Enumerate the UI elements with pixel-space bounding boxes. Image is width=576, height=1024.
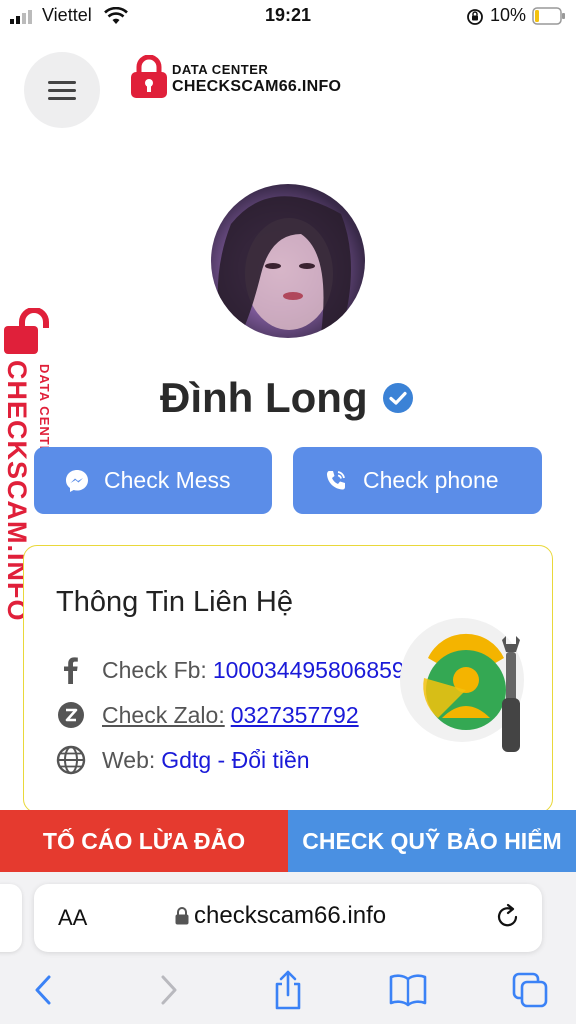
facebook-icon [56,655,86,685]
facebook-row: Check Fb: 100034495806859 [56,655,405,685]
avatar-photo [217,196,351,334]
report-scam-button[interactable]: TỐ CÁO LỪA ĐẢO [0,810,288,872]
reader-options-button[interactable]: AA [58,905,87,931]
back-button[interactable] [24,970,64,1010]
globe-icon [56,745,86,775]
check-phone-button[interactable]: Check phone [293,447,542,514]
phone-call-icon [327,470,345,489]
check-phone-label: Check phone [363,467,499,493]
avatar [211,184,365,338]
zalo-row: Check Zalo: 0327357792 [56,700,359,730]
hamburger-icon [48,81,76,84]
chevron-left-icon [35,975,51,1005]
reload-icon[interactable] [494,903,522,931]
chevron-right-icon [161,975,177,1005]
logo-subtitle: DATA CENTER [172,62,269,77]
check-mess-label: Check Mess [104,467,231,493]
check-mess-button[interactable]: Check Mess [34,447,272,514]
website-link[interactable]: Gdtg - Đổi tiền [161,747,309,774]
messenger-icon [66,469,88,492]
status-bar: Viettel 19:21 10% [0,0,576,32]
watermark-padlock-icon [4,308,49,354]
bookmarks-button[interactable] [388,970,428,1010]
website-row: Web: Gdtg - Đổi tiền [56,745,310,775]
share-icon [275,970,301,1010]
edit-profile-badge-icon[interactable] [398,618,538,758]
padlock-logo-icon [131,55,167,98]
battery-icon [532,7,565,25]
menu-button[interactable] [24,52,100,128]
tabs-button[interactable] [510,970,550,1010]
verified-badge-icon [382,383,413,413]
book-icon [389,974,427,1007]
url-text: checkscam66.info [194,902,387,929]
orientation-lock-icon [467,9,483,25]
lock-icon [175,907,189,925]
url-display[interactable]: checkscam66.info [174,902,386,930]
battery-percent: 10% [490,5,527,25]
zalo-label[interactable]: Check Zalo: [102,702,225,729]
tabs-icon [512,972,548,1008]
contact-card-title: Thông Tin Liên Hệ [56,586,293,618]
previous-tab-preview[interactable] [0,884,22,952]
facebook-label: Check Fb: [102,656,207,683]
zalo-icon [56,700,86,730]
logo-title[interactable]: CHECKSCAM66.INFO [172,78,341,96]
facebook-id-link[interactable]: 100034495806859 [213,657,405,684]
profile-name-row: Đình Long [160,372,414,424]
website-label: Web: [102,746,156,773]
check-insurance-fund-button[interactable]: CHECK QUỸ BẢO HIỂM [288,810,576,872]
profile-name: Đình Long [160,374,368,421]
zalo-phone-link[interactable]: 0327357792 [231,702,359,729]
forward-button[interactable] [148,970,188,1010]
share-button[interactable] [268,970,308,1010]
